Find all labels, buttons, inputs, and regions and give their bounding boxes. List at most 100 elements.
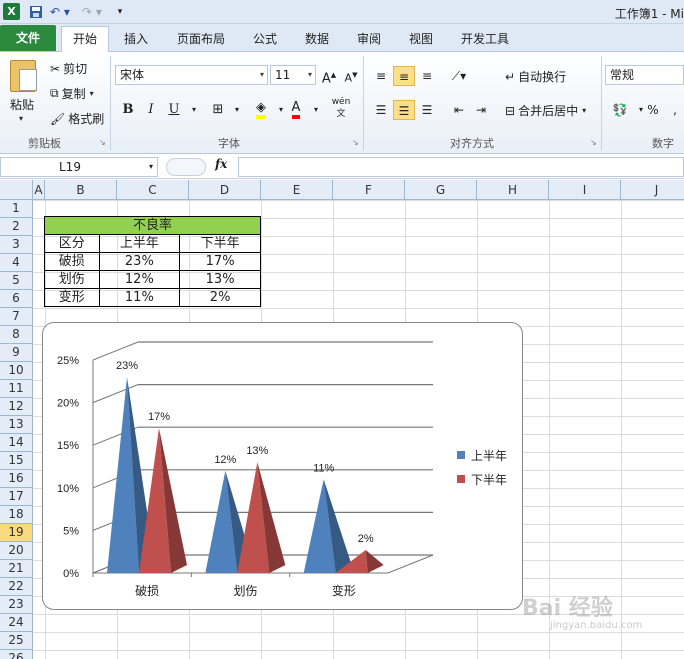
italic-button[interactable]: I — [140, 100, 162, 120]
column-header[interactable]: I — [549, 180, 621, 200]
table-cell[interactable]: 17% — [179, 252, 261, 271]
row-header[interactable]: 8 — [0, 326, 33, 344]
row-header[interactable]: 20 — [0, 542, 33, 560]
select-all-corner[interactable] — [0, 180, 33, 200]
table-cell[interactable]: 变形 — [44, 288, 100, 307]
chart-legend[interactable]: 上半年 下半年 — [457, 443, 507, 491]
row-header[interactable]: 18 — [0, 506, 33, 524]
tab-view[interactable]: 视图 — [400, 29, 442, 49]
format-painter-button[interactable]: 🖌 格式刷 — [50, 110, 104, 127]
tab-data[interactable]: 数据 — [296, 29, 338, 49]
table-cell[interactable]: 11% — [98, 288, 181, 307]
row-header[interactable]: 14 — [0, 434, 33, 452]
tab-developer[interactable]: 开发工具 — [452, 29, 518, 49]
row-header[interactable]: 19 — [0, 524, 33, 542]
orientation-icon[interactable]: ⟋▾ — [448, 66, 470, 86]
table-cell[interactable]: 破损 — [44, 252, 100, 271]
row-header[interactable]: 21 — [0, 560, 33, 578]
column-header[interactable]: F — [333, 180, 405, 200]
grow-font-button[interactable]: A▲ — [318, 65, 340, 86]
column-header[interactable]: A — [33, 180, 45, 200]
row-header[interactable]: 15 — [0, 452, 33, 470]
table-cell[interactable]: 13% — [179, 270, 261, 289]
wrap-text-button[interactable]: ↵ 自动换行 — [505, 68, 566, 85]
decrease-indent-icon[interactable]: ⇤ — [448, 100, 470, 120]
currency-icon[interactable]: 💱 — [609, 100, 631, 120]
align-top-icon[interactable]: ≡ — [370, 66, 392, 86]
save-icon[interactable] — [28, 3, 44, 21]
alignment-launcher-icon[interactable]: ↘ — [590, 138, 597, 147]
table-cell[interactable]: 12% — [98, 270, 181, 289]
row-header[interactable]: 4 — [0, 254, 33, 272]
clipboard-launcher-icon[interactable]: ↘ — [99, 138, 106, 147]
row-header[interactable]: 3 — [0, 236, 33, 254]
align-right-icon[interactable]: ☰ — [416, 100, 438, 120]
row-header[interactable]: 10 — [0, 362, 33, 380]
font-size-select[interactable]: 11 ▾ — [270, 65, 316, 85]
table-header[interactable]: 区分 — [44, 234, 100, 253]
row-header[interactable]: 22 — [0, 578, 33, 596]
redo-icon[interactable]: ↷ ▾ — [82, 3, 102, 21]
number-format-select[interactable]: 常规 — [605, 65, 684, 85]
row-header[interactable]: 25 — [0, 632, 33, 650]
row-header[interactable]: 16 — [0, 470, 33, 488]
row-header[interactable]: 11 — [0, 380, 33, 398]
align-left-icon[interactable]: ☰ — [370, 100, 392, 120]
column-header[interactable]: G — [405, 180, 477, 200]
customize-toolbar-icon[interactable]: ▾ — [114, 3, 126, 21]
font-launcher-icon[interactable]: ↘ — [352, 138, 359, 147]
fill-color-icon[interactable]: ◈ — [250, 98, 272, 119]
tab-page-layout[interactable]: 页面布局 — [168, 29, 234, 49]
align-middle-icon[interactable]: ≡ — [393, 66, 415, 86]
tab-home[interactable]: 开始 — [61, 26, 109, 53]
bold-button[interactable]: B — [117, 100, 139, 120]
formula-input[interactable] — [238, 157, 684, 177]
chart-object[interactable]: 0% 5% 10% 15% 20% 25% 破损 划伤 变形 23% 17% 12% 13% 11% 2% … — [42, 322, 523, 610]
font-name-select[interactable]: 宋体 ▾ — [115, 65, 268, 85]
excel-app-icon[interactable]: X — [3, 3, 20, 20]
row-header[interactable]: 13 — [0, 416, 33, 434]
row-header[interactable]: 12 — [0, 398, 33, 416]
paste-button[interactable]: 粘贴 — [10, 96, 34, 113]
cut-button[interactable]: ✂ 剪切 — [50, 60, 87, 77]
phonetic-guide-button[interactable]: wén 文 — [328, 96, 354, 119]
column-header[interactable]: J — [621, 180, 684, 200]
table-cell[interactable]: 划伤 — [44, 270, 100, 289]
row-header[interactable]: 23 — [0, 596, 33, 614]
font-color-icon[interactable]: A — [285, 98, 307, 119]
insert-function-button[interactable]: fx — [215, 157, 227, 171]
row-header[interactable]: 6 — [0, 290, 33, 308]
column-header[interactable]: D — [189, 180, 261, 200]
copy-button[interactable]: ⧉ 复制 ▾ — [50, 85, 94, 102]
tab-file[interactable]: 文件 — [0, 25, 56, 51]
row-header[interactable]: 26 — [0, 650, 33, 659]
column-header[interactable]: E — [261, 180, 333, 200]
tab-formulas[interactable]: 公式 — [244, 29, 286, 49]
tab-insert[interactable]: 插入 — [114, 29, 158, 49]
merge-center-button[interactable]: ⊟ 合并后居中 ▾ — [505, 102, 586, 119]
column-header[interactable]: B — [45, 180, 117, 200]
undo-icon[interactable]: ↶ ▾ — [50, 3, 70, 21]
underline-dropdown-icon[interactable]: ▾ — [183, 100, 205, 120]
increase-indent-icon[interactable]: ⇥ — [470, 100, 492, 120]
table-title[interactable]: 不良率 — [44, 216, 261, 235]
shrink-font-button[interactable]: A▼ — [340, 65, 362, 85]
name-box[interactable]: L19 ▾ — [0, 157, 158, 177]
underline-button[interactable]: U — [163, 100, 185, 120]
row-header[interactable]: 7 — [0, 308, 33, 326]
table-cell[interactable]: 23% — [98, 252, 181, 271]
row-header[interactable]: 1 — [0, 200, 33, 218]
row-header[interactable]: 5 — [0, 272, 33, 290]
align-bottom-icon[interactable]: ≡ — [416, 66, 438, 86]
row-header[interactable]: 17 — [0, 488, 33, 506]
comma-style-icon[interactable]: , — [664, 100, 684, 120]
row-header[interactable]: 2 — [0, 218, 33, 236]
paste-dropdown-icon[interactable]: ▾ — [19, 114, 23, 123]
font-color-dropdown-icon[interactable]: ▾ — [305, 100, 327, 120]
borders-dropdown-icon[interactable]: ▾ — [226, 100, 248, 120]
percent-icon[interactable]: % — [642, 100, 664, 120]
paste-icon[interactable] — [10, 60, 37, 92]
row-header[interactable]: 9 — [0, 344, 33, 362]
row-header[interactable]: 24 — [0, 614, 33, 632]
column-header[interactable]: H — [477, 180, 549, 200]
